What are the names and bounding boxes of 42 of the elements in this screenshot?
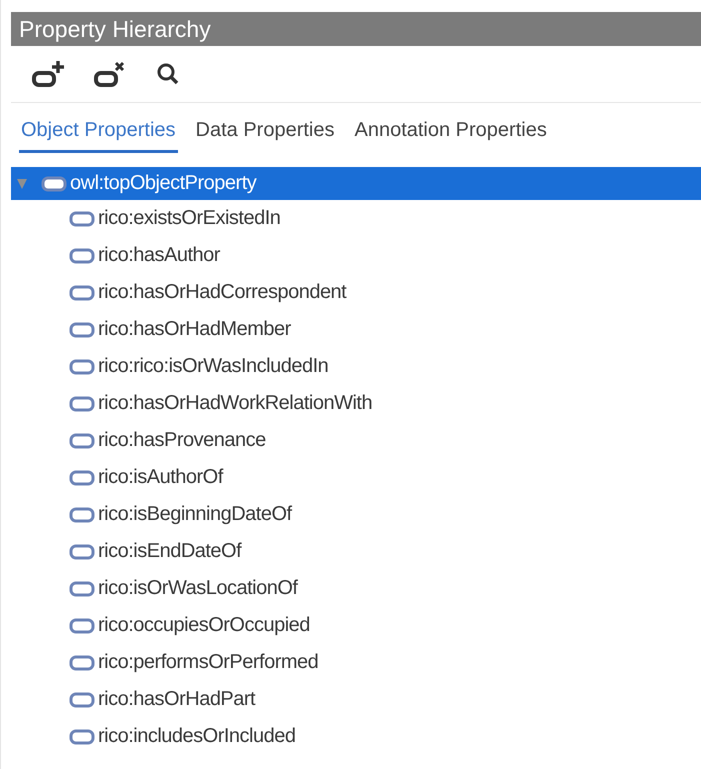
add-property-icon [31,59,65,89]
tab[interactable]: Object Properties [19,115,178,153]
tree-item[interactable]: rico:hasOrHadWorkRelationWith [11,385,701,422]
property-icon [69,618,95,634]
property-icon [69,654,95,670]
tree-item[interactable]: rico:isEndDateOf [11,533,701,570]
tree-item[interactable]: rico:hasOrHadPart [11,681,701,718]
property-icon [69,506,95,522]
tree-item[interactable]: rico:isOrWasLocationOf [11,570,701,607]
property-icon [69,470,95,486]
property-icon [41,176,67,192]
property-icon [69,210,95,226]
panel-title: Property Hierarchy [11,12,701,46]
property-icon [69,432,95,448]
tree-item[interactable]: rico:hasOrHadCorrespondent [11,274,701,311]
property-icon [69,248,95,264]
add-property-button[interactable] [31,59,65,89]
property-icon [69,580,95,596]
search-button[interactable] [155,61,181,87]
tree-item[interactable]: rico:existsOrExistedIn [11,200,701,237]
delete-property-button[interactable] [93,59,127,89]
property-icon [69,728,95,744]
tree-item[interactable]: rico:occupiesOrOccupied [11,607,701,644]
tab[interactable]: Annotation Properties [352,115,549,153]
property-icon [69,544,95,560]
tree-item[interactable]: rico:isBeginningDateOf [11,496,701,533]
property-icon [69,358,95,374]
property-icon [69,284,95,300]
tree-item[interactable]: owl:topObjectProperty [11,167,701,200]
tree-item[interactable]: rico:includesOrIncluded [11,718,701,755]
tree-item[interactable]: rico:isAuthorOf [11,459,701,496]
tree-item[interactable]: rico:hasProvenance [11,422,701,459]
property-icon [69,396,95,412]
tree-item[interactable]: rico:hasAuthor [11,237,701,274]
tree-item[interactable]: rico:performsOrPerformed [11,644,701,681]
property-icon [69,322,95,338]
tree-item[interactable]: rico:hasOrHadMember [11,311,701,348]
tree-item[interactable]: rico:rico:isOrWasIncludedIn [11,348,701,385]
search-icon [155,61,181,87]
tab[interactable]: Data Properties [194,115,336,153]
delete-property-icon [93,59,127,89]
property-icon [69,692,95,708]
